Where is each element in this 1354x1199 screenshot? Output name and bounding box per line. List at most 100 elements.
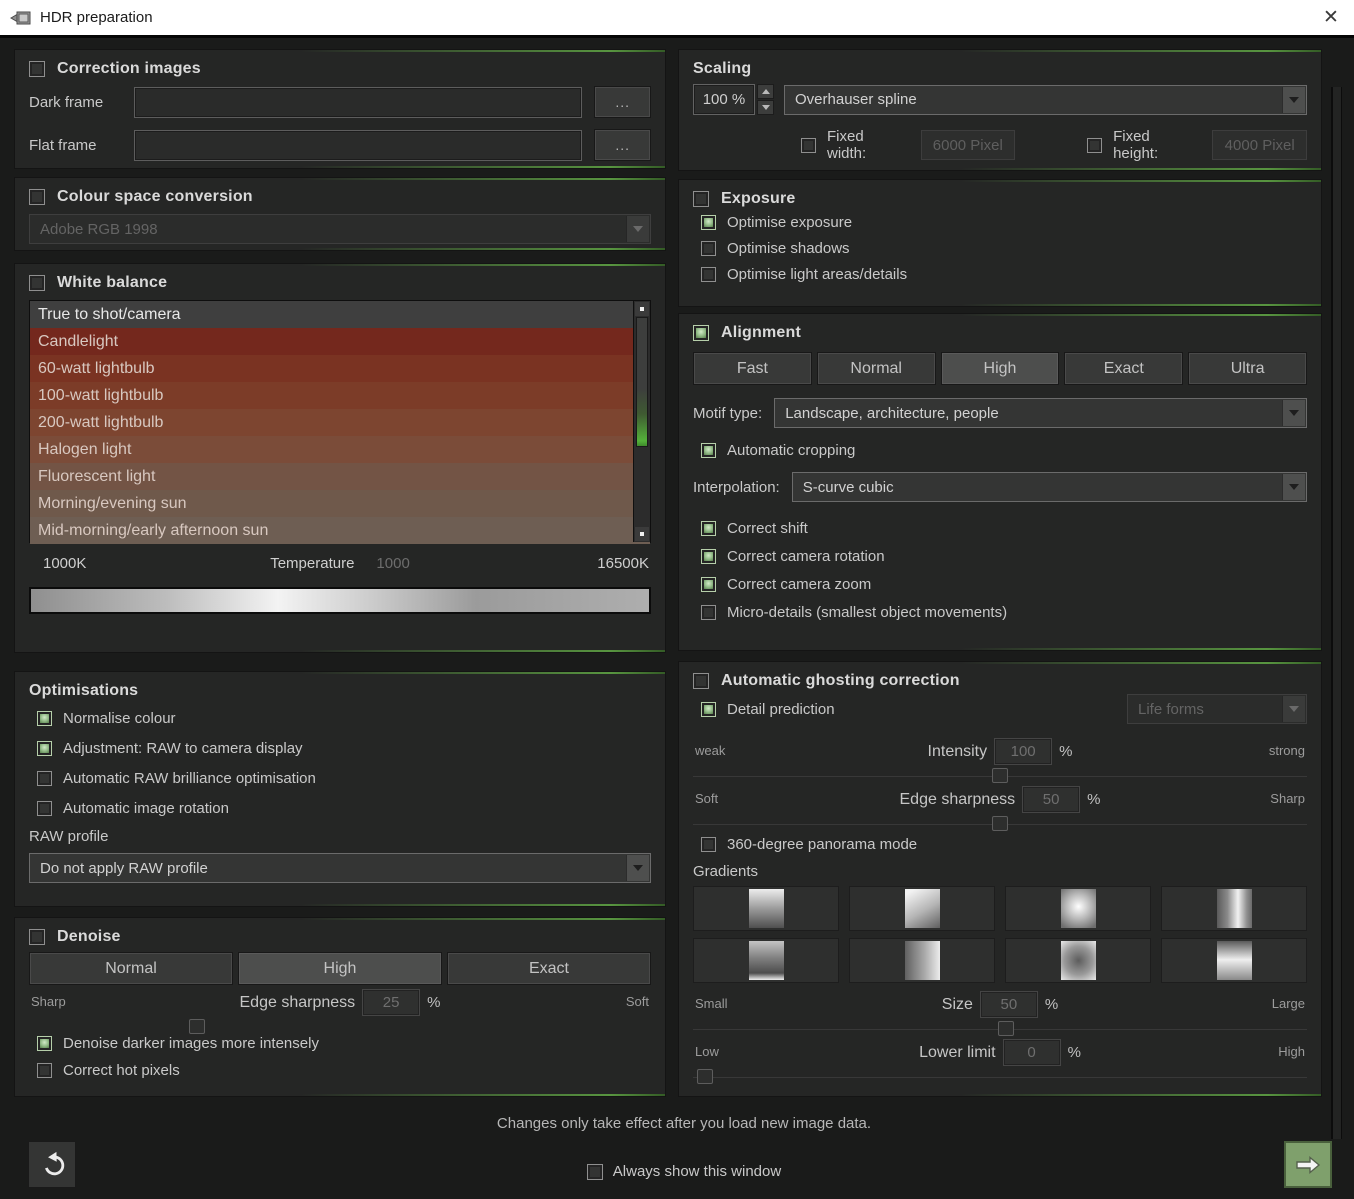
scrollbar-thumb[interactable] — [636, 317, 648, 447]
denoise-exact-button[interactable]: Exact — [447, 952, 651, 985]
colour-space-dropdown[interactable]: Adobe RGB 1998 — [29, 214, 651, 244]
denoise-normal-button[interactable]: Normal — [29, 952, 233, 985]
dark-frame-input[interactable] — [134, 87, 582, 118]
gradient-tile[interactable] — [1161, 886, 1307, 931]
exposure-checkbox[interactable] — [693, 191, 709, 207]
checkbox[interactable] — [37, 1063, 52, 1078]
checkbox-micro-details[interactable]: Micro-details (smallest object movements… — [701, 604, 1307, 621]
checkbox-image-rotation[interactable]: Automatic image rotation — [37, 800, 651, 817]
list-item[interactable]: 60-watt lightbulb — [30, 355, 650, 382]
checkbox[interactable] — [701, 605, 716, 620]
list-item[interactable]: 100-watt lightbulb — [30, 382, 650, 409]
spin-down-icon[interactable] — [757, 100, 774, 115]
slider-value-input[interactable]: 25 — [362, 989, 420, 1016]
ghosting-checkbox[interactable] — [693, 673, 709, 689]
fixed-height-input[interactable]: 4000 Pixel — [1212, 130, 1307, 160]
checkbox[interactable] — [701, 443, 716, 458]
checkbox-optimise-shadows[interactable]: Optimise shadows — [701, 240, 1307, 257]
slider-handle[interactable] — [189, 1019, 205, 1034]
temperature-gradient-slider[interactable] — [29, 587, 651, 614]
close-icon[interactable]: ✕ — [1308, 0, 1354, 37]
list-item[interactable]: 200-watt lightbulb — [30, 409, 650, 436]
checkbox-fixed-width[interactable]: Fixed width: — [801, 128, 907, 162]
checkbox-correct-shift[interactable]: Correct shift — [701, 520, 1307, 537]
scaling-percent-value[interactable]: 100 % — [693, 84, 755, 115]
gradient-tile[interactable] — [849, 886, 995, 931]
colour-space-checkbox[interactable] — [29, 189, 45, 205]
checkbox[interactable] — [701, 702, 716, 717]
slider-handle[interactable] — [992, 816, 1008, 831]
slider-handle[interactable] — [992, 768, 1008, 783]
gradient-tile[interactable] — [1005, 886, 1151, 931]
temperature-value[interactable]: 1000 — [376, 555, 409, 572]
gradient-tile[interactable] — [693, 886, 839, 931]
alignment-high-button[interactable]: High — [941, 352, 1060, 385]
checkbox[interactable] — [37, 711, 52, 726]
checkbox-raw-brilliance[interactable]: Automatic RAW brilliance optimisation — [37, 770, 651, 787]
slider-value-input[interactable]: 50 — [980, 991, 1038, 1018]
alignment-exact-button[interactable]: Exact — [1064, 352, 1183, 385]
interpolation-dropdown[interactable]: S-curve cubic — [792, 472, 1307, 502]
detail-mode-dropdown[interactable]: Life forms — [1127, 694, 1307, 724]
gradient-tile[interactable] — [1005, 938, 1151, 983]
scroll-up-icon[interactable] — [635, 302, 649, 316]
undo-button[interactable] — [28, 1141, 76, 1188]
checkbox[interactable] — [37, 801, 52, 816]
list-item[interactable]: True to shot/camera — [30, 301, 650, 328]
slider-handle[interactable] — [697, 1069, 713, 1084]
checkbox-automatic-cropping[interactable]: Automatic cropping — [701, 442, 1307, 459]
white-balance-checkbox[interactable] — [29, 275, 45, 291]
list-item[interactable]: Fluorescent light — [30, 463, 650, 490]
spin-up-icon[interactable] — [757, 84, 774, 99]
checkbox-correct-camera-rotation[interactable]: Correct camera rotation — [701, 548, 1307, 565]
checkbox[interactable] — [1087, 138, 1102, 153]
alignment-fast-button[interactable]: Fast — [693, 352, 812, 385]
denoise-checkbox[interactable] — [29, 929, 45, 945]
checkbox[interactable] — [701, 521, 716, 536]
checkbox-correct-hot-pixels[interactable]: Correct hot pixels — [37, 1062, 651, 1079]
gradient-tile[interactable] — [1161, 938, 1307, 983]
scroll-down-icon[interactable] — [635, 527, 649, 541]
flat-frame-browse-button[interactable]: ... — [594, 129, 651, 161]
list-item[interactable]: Halogen light — [30, 436, 650, 463]
checkbox[interactable] — [37, 771, 52, 786]
checkbox-optimise-exposure[interactable]: Optimise exposure — [701, 214, 1307, 231]
dark-frame-browse-button[interactable]: ... — [594, 86, 651, 118]
checkbox[interactable] — [37, 1036, 52, 1051]
checkbox[interactable] — [801, 138, 816, 153]
slider-value-input[interactable]: 50 — [1022, 786, 1080, 813]
checkbox[interactable] — [701, 267, 716, 282]
slider-handle[interactable] — [998, 1021, 1014, 1036]
slider-value-input[interactable]: 0 — [1003, 1039, 1061, 1066]
checkbox[interactable] — [701, 549, 716, 564]
gradient-tile[interactable] — [849, 938, 995, 983]
checkbox[interactable] — [701, 577, 716, 592]
checkbox-normalise-colour[interactable]: Normalise colour — [37, 710, 651, 727]
gradient-tile[interactable] — [693, 938, 839, 983]
checkbox[interactable] — [37, 741, 52, 756]
checkbox[interactable] — [701, 837, 716, 852]
checkbox-detail-prediction[interactable]: Detail prediction — [701, 701, 835, 718]
alignment-normal-button[interactable]: Normal — [817, 352, 936, 385]
slider-value-input[interactable]: 100 — [994, 738, 1052, 765]
next-button[interactable] — [1284, 1141, 1332, 1188]
checkbox-optimise-light-areas[interactable]: Optimise light areas/details — [701, 266, 1307, 283]
checkbox[interactable] — [701, 241, 716, 256]
checkbox-fixed-height[interactable]: Fixed height: — [1087, 128, 1198, 162]
checkbox-correct-camera-zoom[interactable]: Correct camera zoom — [701, 576, 1307, 593]
checkbox[interactable] — [701, 215, 716, 230]
list-item[interactable]: Morning/evening sun — [30, 490, 650, 517]
checkbox-always-show-window[interactable]: Always show this window — [14, 1163, 1354, 1180]
checkbox-raw-adjustment[interactable]: Adjustment: RAW to camera display — [37, 740, 651, 757]
correction-images-checkbox[interactable] — [29, 61, 45, 77]
motif-type-dropdown[interactable]: Landscape, architecture, people — [774, 398, 1307, 428]
fixed-width-input[interactable]: 6000 Pixel — [921, 130, 1016, 160]
denoise-high-button[interactable]: High — [238, 952, 442, 985]
raw-profile-dropdown[interactable]: Do not apply RAW profile — [29, 853, 651, 883]
checkbox-denoise-darker[interactable]: Denoise darker images more intensely — [37, 1035, 651, 1052]
list-item[interactable]: Candlelight — [30, 328, 650, 355]
alignment-ultra-button[interactable]: Ultra — [1188, 352, 1307, 385]
flat-frame-input[interactable] — [134, 130, 582, 161]
slider-track[interactable] — [693, 1077, 1307, 1078]
list-item[interactable]: Mid-morning/early afternoon sun — [30, 517, 650, 544]
